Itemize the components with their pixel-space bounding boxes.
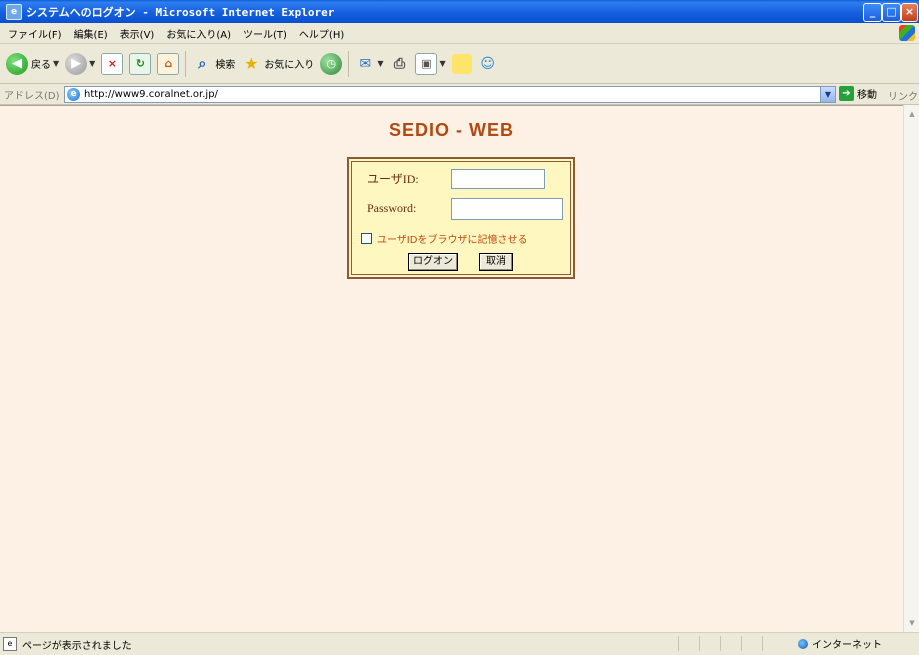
status-pane bbox=[678, 636, 699, 651]
address-dropdown-button[interactable]: ▼ bbox=[820, 87, 835, 102]
status-pane bbox=[699, 636, 720, 651]
vertical-scrollbar[interactable]: ▲ ▼ bbox=[903, 105, 919, 632]
userid-input[interactable] bbox=[451, 169, 545, 189]
links-button[interactable]: リンク bbox=[888, 88, 918, 103]
toolbar: ◀ 戻る ▼ ▶ ▼ × ↻ ⌂ ⌕ 検索 ★ お気に入り ◷ ✉ ▼ ⎙ ▣ … bbox=[0, 44, 919, 84]
favorites-label: お気に入り bbox=[264, 60, 315, 71]
address-url: http://www9.coralnet.or.jp/ bbox=[84, 89, 218, 100]
login-panel: ユーザID: Password: ユーザIDをブラウザに記憶させる ログオン 取… bbox=[347, 157, 575, 279]
address-label: アドレス(D) bbox=[4, 90, 60, 102]
status-panes bbox=[678, 636, 783, 652]
password-label: Password: bbox=[367, 201, 417, 215]
status-pane bbox=[741, 636, 762, 651]
back-button[interactable]: ◀ 戻る ▼ bbox=[6, 52, 60, 75]
history-button[interactable]: ◷ bbox=[320, 52, 343, 75]
globe-icon bbox=[798, 638, 808, 649]
search-label: 検索 bbox=[215, 60, 236, 71]
mail-icon: ✉ bbox=[359, 55, 372, 72]
ie-page-icon: e bbox=[67, 88, 80, 101]
remember-userid-checkbox[interactable] bbox=[361, 233, 372, 244]
forward-arrow-icon: ▶ bbox=[65, 52, 88, 75]
stop-icon: × bbox=[101, 52, 124, 75]
title-bar: e システムへのログオン - Microsoft Internet Explor… bbox=[0, 0, 919, 23]
minimize-button[interactable]: _ bbox=[863, 3, 882, 22]
refresh-button[interactable]: ↻ bbox=[129, 52, 152, 75]
refresh-icon: ↻ bbox=[129, 52, 152, 75]
toolbar-separator bbox=[348, 50, 350, 77]
edit-icon: ▣ bbox=[415, 52, 438, 75]
remember-userid-label[interactable]: ユーザIDをブラウザに記憶させる bbox=[377, 231, 527, 246]
chevron-down-icon: ▼ bbox=[53, 59, 60, 68]
logon-button[interactable]: ログオン bbox=[408, 253, 458, 271]
menu-file[interactable]: ファイル(F) bbox=[8, 26, 62, 41]
close-button[interactable]: × bbox=[901, 3, 918, 22]
status-pane bbox=[720, 636, 741, 651]
edit-button[interactable]: ▣ ▼ bbox=[415, 52, 446, 75]
zone-label: インターネット bbox=[812, 640, 882, 651]
messenger-icon: ☺ bbox=[480, 55, 495, 72]
star-icon: ★ bbox=[244, 53, 259, 73]
page-icon: e bbox=[3, 637, 17, 651]
menu-edit[interactable]: 編集(E) bbox=[74, 26, 108, 41]
messenger-button[interactable]: ☺ bbox=[478, 54, 498, 74]
back-arrow-icon: ◀ bbox=[6, 52, 28, 75]
scroll-down-icon[interactable]: ▼ bbox=[905, 616, 919, 630]
menu-favorites[interactable]: お気に入り(A) bbox=[166, 26, 231, 41]
note-icon bbox=[451, 53, 472, 74]
userid-label: ユーザID: bbox=[367, 172, 419, 186]
menu-help[interactable]: ヘルプ(H) bbox=[299, 26, 344, 41]
window-title: システムへのログオン - Microsoft Internet Explorer bbox=[26, 5, 335, 19]
home-button[interactable]: ⌂ bbox=[157, 52, 180, 75]
forward-button[interactable]: ▶ ▼ bbox=[65, 52, 96, 75]
home-icon: ⌂ bbox=[157, 52, 180, 75]
cancel-button[interactable]: 取消 bbox=[479, 253, 513, 271]
password-input[interactable] bbox=[451, 198, 563, 220]
chevron-down-icon: ▼ bbox=[439, 59, 446, 68]
history-icon: ◷ bbox=[320, 52, 343, 75]
scroll-up-icon[interactable]: ▲ bbox=[905, 107, 919, 121]
windows-logo-icon bbox=[899, 25, 915, 41]
mail-button[interactable]: ✉ ▼ bbox=[355, 54, 383, 74]
site-title: SEDIO - WEB bbox=[388, 120, 514, 140]
search-button[interactable]: ⌕ 検索 bbox=[192, 54, 235, 74]
status-pane bbox=[762, 636, 783, 651]
maximize-button[interactable]: □ bbox=[882, 3, 901, 22]
toolbar-separator bbox=[185, 50, 187, 77]
security-zone: インターネット bbox=[798, 636, 882, 651]
status-text: ページが表示されました bbox=[22, 640, 132, 652]
go-arrow-icon: ➔ bbox=[839, 86, 854, 101]
menu-tools[interactable]: ツール(T) bbox=[243, 26, 287, 41]
app-icon: e bbox=[6, 3, 22, 20]
discuss-button[interactable] bbox=[451, 53, 472, 74]
address-input[interactable]: e http://www9.coralnet.or.jp/ ▼ bbox=[64, 86, 836, 103]
favorites-button[interactable]: ★ お気に入り bbox=[241, 54, 314, 74]
menu-bar: ファイル(F) 編集(E) 表示(V) お気に入り(A) ツール(T) ヘルプ(… bbox=[0, 23, 919, 44]
go-label: 移動 bbox=[857, 90, 877, 101]
go-button[interactable]: ➔ 移動 bbox=[839, 86, 877, 101]
search-icon: ⌕ bbox=[198, 55, 207, 72]
back-label: 戻る bbox=[31, 60, 51, 71]
browser-window: e システムへのログオン - Microsoft Internet Explor… bbox=[0, 0, 919, 655]
print-icon: ⎙ bbox=[393, 55, 406, 72]
stop-button[interactable]: × bbox=[101, 52, 124, 75]
print-button[interactable]: ⎙ bbox=[389, 54, 409, 74]
menu-view[interactable]: 表示(V) bbox=[120, 26, 155, 41]
chevron-down-icon: ▼ bbox=[377, 59, 384, 68]
page-content: SEDIO - WEB ユーザID: Password: ユーザIDをブラウザに… bbox=[0, 105, 903, 633]
chevron-down-icon: ▼ bbox=[89, 59, 96, 68]
